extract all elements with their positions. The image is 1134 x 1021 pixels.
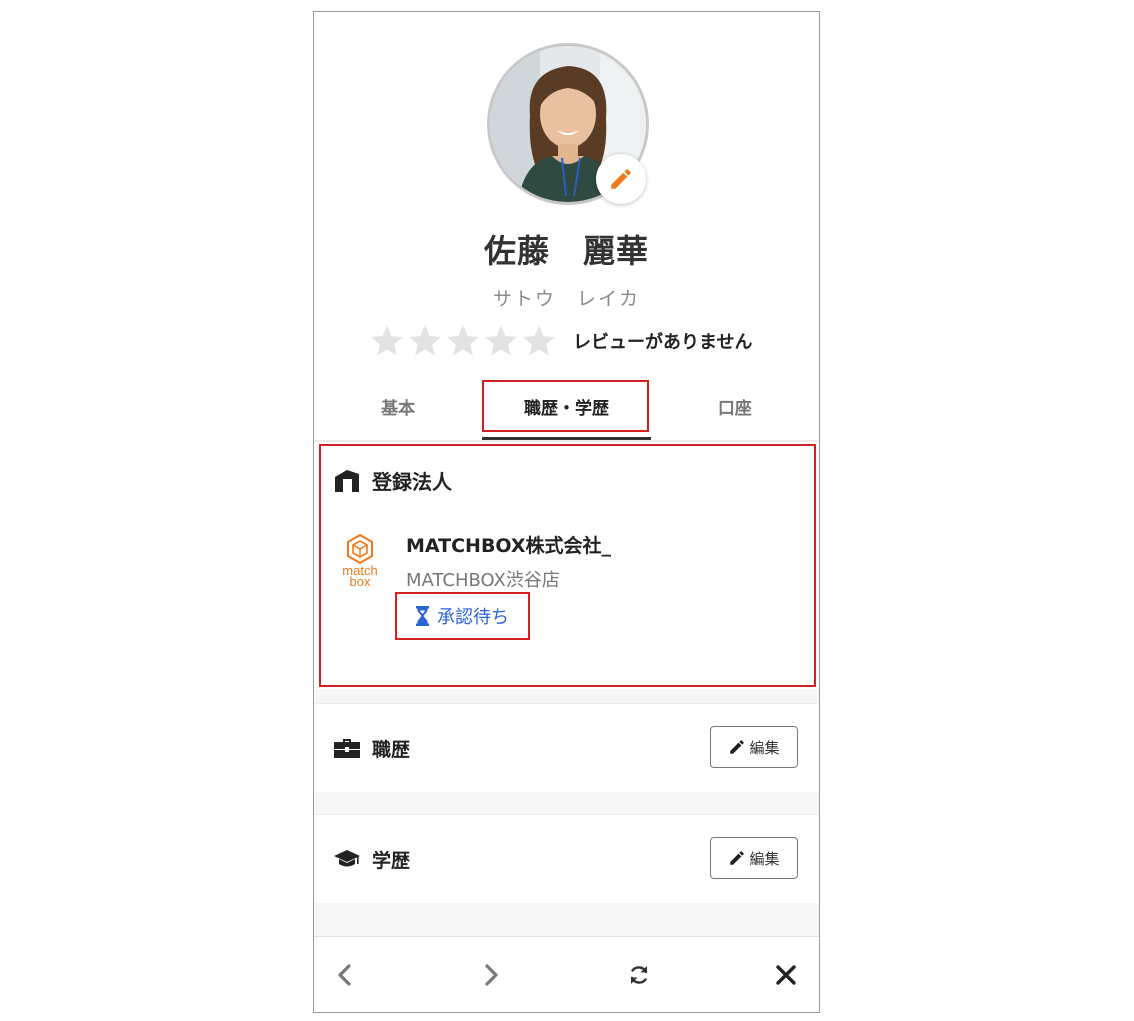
forward-icon: [485, 964, 498, 986]
branch-name: MATCHBOX渋谷店: [406, 570, 560, 591]
star-icon: [447, 325, 479, 356]
section-gap: [314, 792, 819, 814]
career-title: 職歴: [334, 704, 410, 792]
edit-career-button[interactable]: 編集: [710, 726, 798, 768]
user-name-kana: サトウ レイカ: [492, 288, 640, 310]
pencil-icon: [730, 740, 745, 754]
approval-status-badge: 承認待ち: [395, 592, 530, 640]
back-button[interactable]: [325, 955, 365, 995]
graduation-cap-icon: [334, 848, 360, 870]
tabs-divider: [314, 440, 819, 442]
section-gap: [314, 903, 819, 936]
company-logo: match box: [336, 532, 384, 589]
avatar-container: [487, 43, 649, 205]
tab-career-education[interactable]: 職歴・学歴: [482, 380, 651, 441]
review-status-text: レビューがありません: [573, 332, 753, 353]
education-section: 学歴 編集: [314, 814, 819, 904]
star-icon: [371, 325, 403, 356]
profile-tabs: 基本 職歴・学歴 口座: [314, 380, 819, 441]
rating: レビューがありません: [368, 321, 752, 361]
pencil-icon: [730, 851, 745, 865]
reload-button[interactable]: [619, 955, 659, 995]
forward-button[interactable]: [471, 955, 511, 995]
close-button[interactable]: [766, 955, 806, 995]
company-name: MATCHBOX株式会社_: [406, 535, 612, 557]
star-icon: [485, 325, 517, 356]
tab-bank-account[interactable]: 口座: [651, 380, 819, 440]
education-title: 学歴: [334, 815, 410, 903]
logo-text-box: box: [350, 574, 371, 588]
building-icon: [334, 469, 360, 493]
app-screen: 佐藤 麗華 サトウ レイカ レビューがありません 基本 職歴・学歴 口座 登録法…: [313, 11, 820, 1013]
reload-icon: [630, 966, 648, 984]
edit-education-button[interactable]: 編集: [710, 837, 798, 879]
back-icon: [338, 964, 351, 986]
briefcase-icon: [334, 737, 360, 759]
pencil-icon: [611, 169, 631, 189]
star-icon: [409, 325, 441, 356]
section-gap: [314, 689, 819, 703]
tab-basic[interactable]: 基本: [314, 380, 482, 440]
hourglass-icon: [416, 606, 429, 626]
registered-corporation-title: 登録法人: [334, 466, 452, 495]
user-name: 佐藤 麗華: [483, 232, 649, 270]
edit-photo-button[interactable]: [596, 154, 646, 204]
close-icon: [776, 965, 796, 985]
browser-toolbar: [314, 936, 819, 1012]
star-rating: [368, 322, 558, 360]
star-icon: [523, 325, 555, 356]
career-section: 職歴 編集: [314, 703, 819, 793]
